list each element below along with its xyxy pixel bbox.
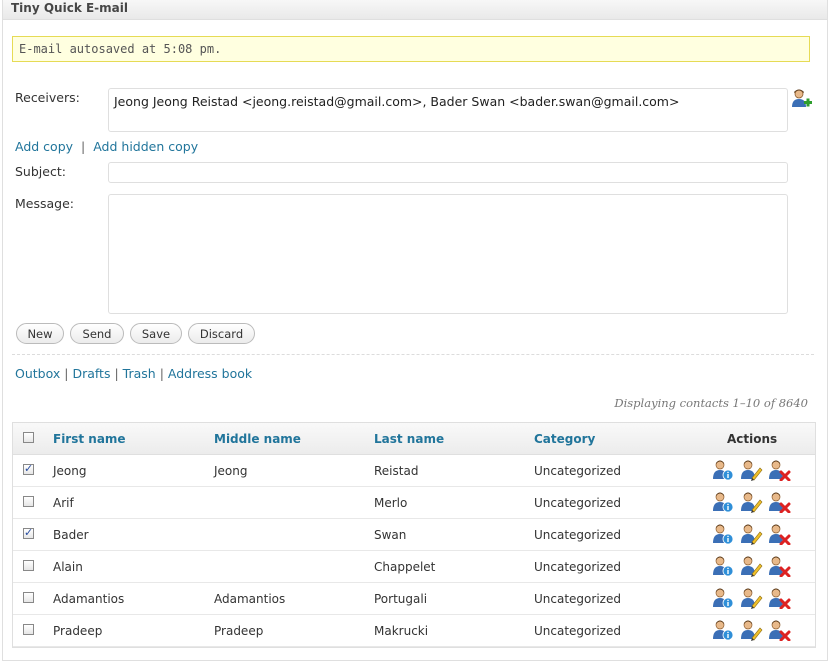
- table-row: Bader Swan Uncategorized: [13, 519, 815, 551]
- add-contact-icon[interactable]: [790, 88, 812, 110]
- last-name-cell: Chappelet: [374, 560, 436, 574]
- section-divider: [12, 354, 814, 355]
- row-checkbox[interactable]: [23, 526, 34, 539]
- table-body: Jeong Jeong Reistad Uncategorized Arif Merlo U…: [13, 455, 815, 647]
- panel-title: Tiny Quick E-mail: [11, 1, 128, 15]
- send-button[interactable]: Send: [70, 323, 124, 344]
- outbox-link[interactable]: Outbox: [15, 366, 60, 381]
- add-copy-link[interactable]: Add copy: [15, 139, 73, 154]
- row-checkbox[interactable]: [23, 560, 34, 571]
- displaying-count: Displaying contacts 1–10 of 8640: [614, 396, 808, 410]
- autosave-notice-text: E-mail autosaved at 5:08 pm.: [19, 42, 222, 56]
- subject-label: Subject:: [15, 164, 66, 179]
- new-button[interactable]: New: [16, 323, 64, 344]
- nav-separator: |: [114, 366, 119, 381]
- header-category[interactable]: Category: [534, 432, 595, 446]
- discard-button[interactable]: Discard: [188, 323, 255, 344]
- copy-links: Add copy | Add hidden copy: [15, 139, 198, 154]
- row-checkbox[interactable]: [23, 496, 34, 507]
- receivers-value: Jeong Jeong Reistad <jeong.reistad@gmail…: [114, 94, 680, 109]
- mailbox-nav: Outbox | Drafts | Trash | Address book: [15, 366, 252, 381]
- panel-title-bar: Tiny Quick E-mail: [3, 0, 827, 20]
- first-name-cell: Jeong: [53, 464, 87, 478]
- trash-link[interactable]: Trash: [123, 366, 156, 381]
- category-cell: Uncategorized: [534, 592, 621, 606]
- table-row: Adamantios Adamantios Portugali Uncategoriz…: [13, 583, 815, 615]
- delete-contact-icon[interactable]: [767, 459, 791, 482]
- category-cell: Uncategorized: [534, 624, 621, 638]
- contact-info-icon[interactable]: [711, 523, 735, 545]
- edit-contact-icon[interactable]: [739, 587, 763, 609]
- save-button[interactable]: Save: [130, 323, 182, 344]
- drafts-link[interactable]: Drafts: [72, 366, 110, 381]
- nav-separator: |: [64, 366, 69, 381]
- edit-contact-icon[interactable]: [739, 555, 763, 577]
- last-name-cell: Swan: [374, 528, 407, 542]
- row-checkbox[interactable]: [23, 462, 34, 475]
- middle-name-cell: Jeong: [214, 464, 248, 478]
- contact-info-icon[interactable]: [711, 587, 735, 609]
- table-row: Alain Chappelet Uncategorized: [13, 551, 815, 583]
- delete-contact-icon[interactable]: [767, 523, 791, 546]
- middle-name-cell: Adamantios: [214, 592, 286, 606]
- delete-contact-icon[interactable]: [767, 619, 791, 642]
- receivers-label: Receivers:: [15, 90, 80, 105]
- last-name-cell: Merlo: [374, 496, 408, 510]
- category-cell: Uncategorized: [534, 528, 621, 542]
- edit-contact-icon[interactable]: [739, 491, 763, 513]
- first-name-cell: Alain: [53, 560, 83, 574]
- table-row: Arif Merlo Uncategorized: [13, 487, 815, 519]
- contact-info-icon[interactable]: [711, 555, 735, 577]
- edit-contact-icon[interactable]: [739, 459, 763, 481]
- last-name-cell: Reistad: [374, 464, 419, 478]
- edit-contact-icon[interactable]: [739, 619, 763, 641]
- contact-info-icon[interactable]: [711, 459, 735, 481]
- contacts-table: First name Middle name Last name Categor…: [12, 422, 816, 648]
- contact-info-icon[interactable]: [711, 491, 735, 513]
- category-cell: Uncategorized: [534, 464, 621, 478]
- contact-info-icon[interactable]: [711, 619, 735, 641]
- last-name-cell: Portugali: [374, 592, 428, 606]
- select-all-checkbox[interactable]: [23, 432, 34, 443]
- edit-contact-icon[interactable]: [739, 523, 763, 545]
- autosave-notice: E-mail autosaved at 5:08 pm.: [12, 36, 810, 62]
- middle-name-cell: Pradeep: [214, 624, 264, 638]
- last-name-cell: Makrucki: [374, 624, 429, 638]
- first-name-cell: Bader: [53, 528, 89, 542]
- message-label: Message:: [15, 196, 74, 211]
- nav-separator: |: [159, 366, 164, 381]
- receivers-field[interactable]: Jeong Jeong Reistad <jeong.reistad@gmail…: [108, 88, 788, 132]
- header-last-name[interactable]: Last name: [374, 432, 444, 446]
- copy-links-separator: |: [81, 139, 86, 154]
- table-row: Jeong Jeong Reistad Uncategorized: [13, 455, 815, 487]
- row-checkbox[interactable]: [23, 624, 34, 635]
- row-checkbox[interactable]: [23, 592, 34, 603]
- header-first-name[interactable]: First name: [53, 432, 126, 446]
- delete-contact-icon[interactable]: [767, 491, 791, 514]
- first-name-cell: Adamantios: [53, 592, 125, 606]
- first-name-cell: Arif: [53, 496, 74, 510]
- header-middle-name[interactable]: Middle name: [214, 432, 301, 446]
- category-cell: Uncategorized: [534, 496, 621, 510]
- add-hidden-copy-link[interactable]: Add hidden copy: [93, 139, 198, 154]
- table-row: Pradeep Pradeep Makrucki Uncategorized: [13, 615, 815, 647]
- table-header: First name Middle name Last name Categor…: [13, 423, 815, 455]
- category-cell: Uncategorized: [534, 560, 621, 574]
- first-name-cell: Pradeep: [53, 624, 103, 638]
- message-textarea[interactable]: [108, 194, 788, 314]
- subject-input[interactable]: [108, 162, 788, 183]
- address-book-link[interactable]: Address book: [168, 366, 252, 381]
- header-actions: Actions: [727, 432, 778, 446]
- delete-contact-icon[interactable]: [767, 555, 791, 578]
- delete-contact-icon[interactable]: [767, 587, 791, 610]
